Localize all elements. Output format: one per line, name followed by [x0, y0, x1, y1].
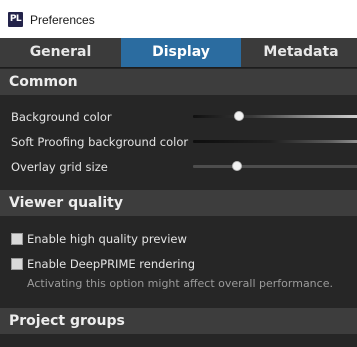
soft-proofing-color-slider-track[interactable]	[193, 140, 357, 143]
background-color-slider-thumb[interactable]	[234, 111, 244, 121]
tab-display[interactable]: Display	[121, 38, 241, 67]
tab-metadata[interactable]: Metadata	[241, 38, 357, 67]
tab-bar: General Display Metadata	[0, 38, 357, 68]
window-title: Preferences	[30, 13, 95, 27]
soft-proofing-color-label: Soft Proofing background color	[11, 135, 189, 149]
background-color-slider-track[interactable]	[193, 115, 357, 118]
title-bar: PL Preferences	[0, 0, 357, 38]
overlay-grid-size-slider-track[interactable]	[193, 165, 357, 168]
section-header-common: Common	[0, 69, 357, 95]
deepprime-rendering-label[interactable]: Enable DeepPRIME rendering	[27, 257, 195, 271]
section-header-viewer-quality: Viewer quality	[0, 190, 357, 216]
tab-general[interactable]: General	[0, 38, 121, 67]
high-quality-preview-label[interactable]: Enable high quality preview	[27, 232, 187, 246]
deepprime-rendering-checkbox[interactable]	[11, 258, 23, 270]
deepprime-hint-text: Activating this option might affect over…	[27, 277, 333, 290]
section-header-project-groups: Project groups	[0, 308, 357, 334]
app-logo-icon: PL	[8, 12, 23, 27]
overlay-grid-size-slider-thumb[interactable]	[232, 161, 242, 171]
overlay-grid-size-label: Overlay grid size	[11, 160, 108, 174]
background-color-label: Background color	[11, 110, 112, 124]
high-quality-preview-checkbox[interactable]	[11, 233, 23, 245]
